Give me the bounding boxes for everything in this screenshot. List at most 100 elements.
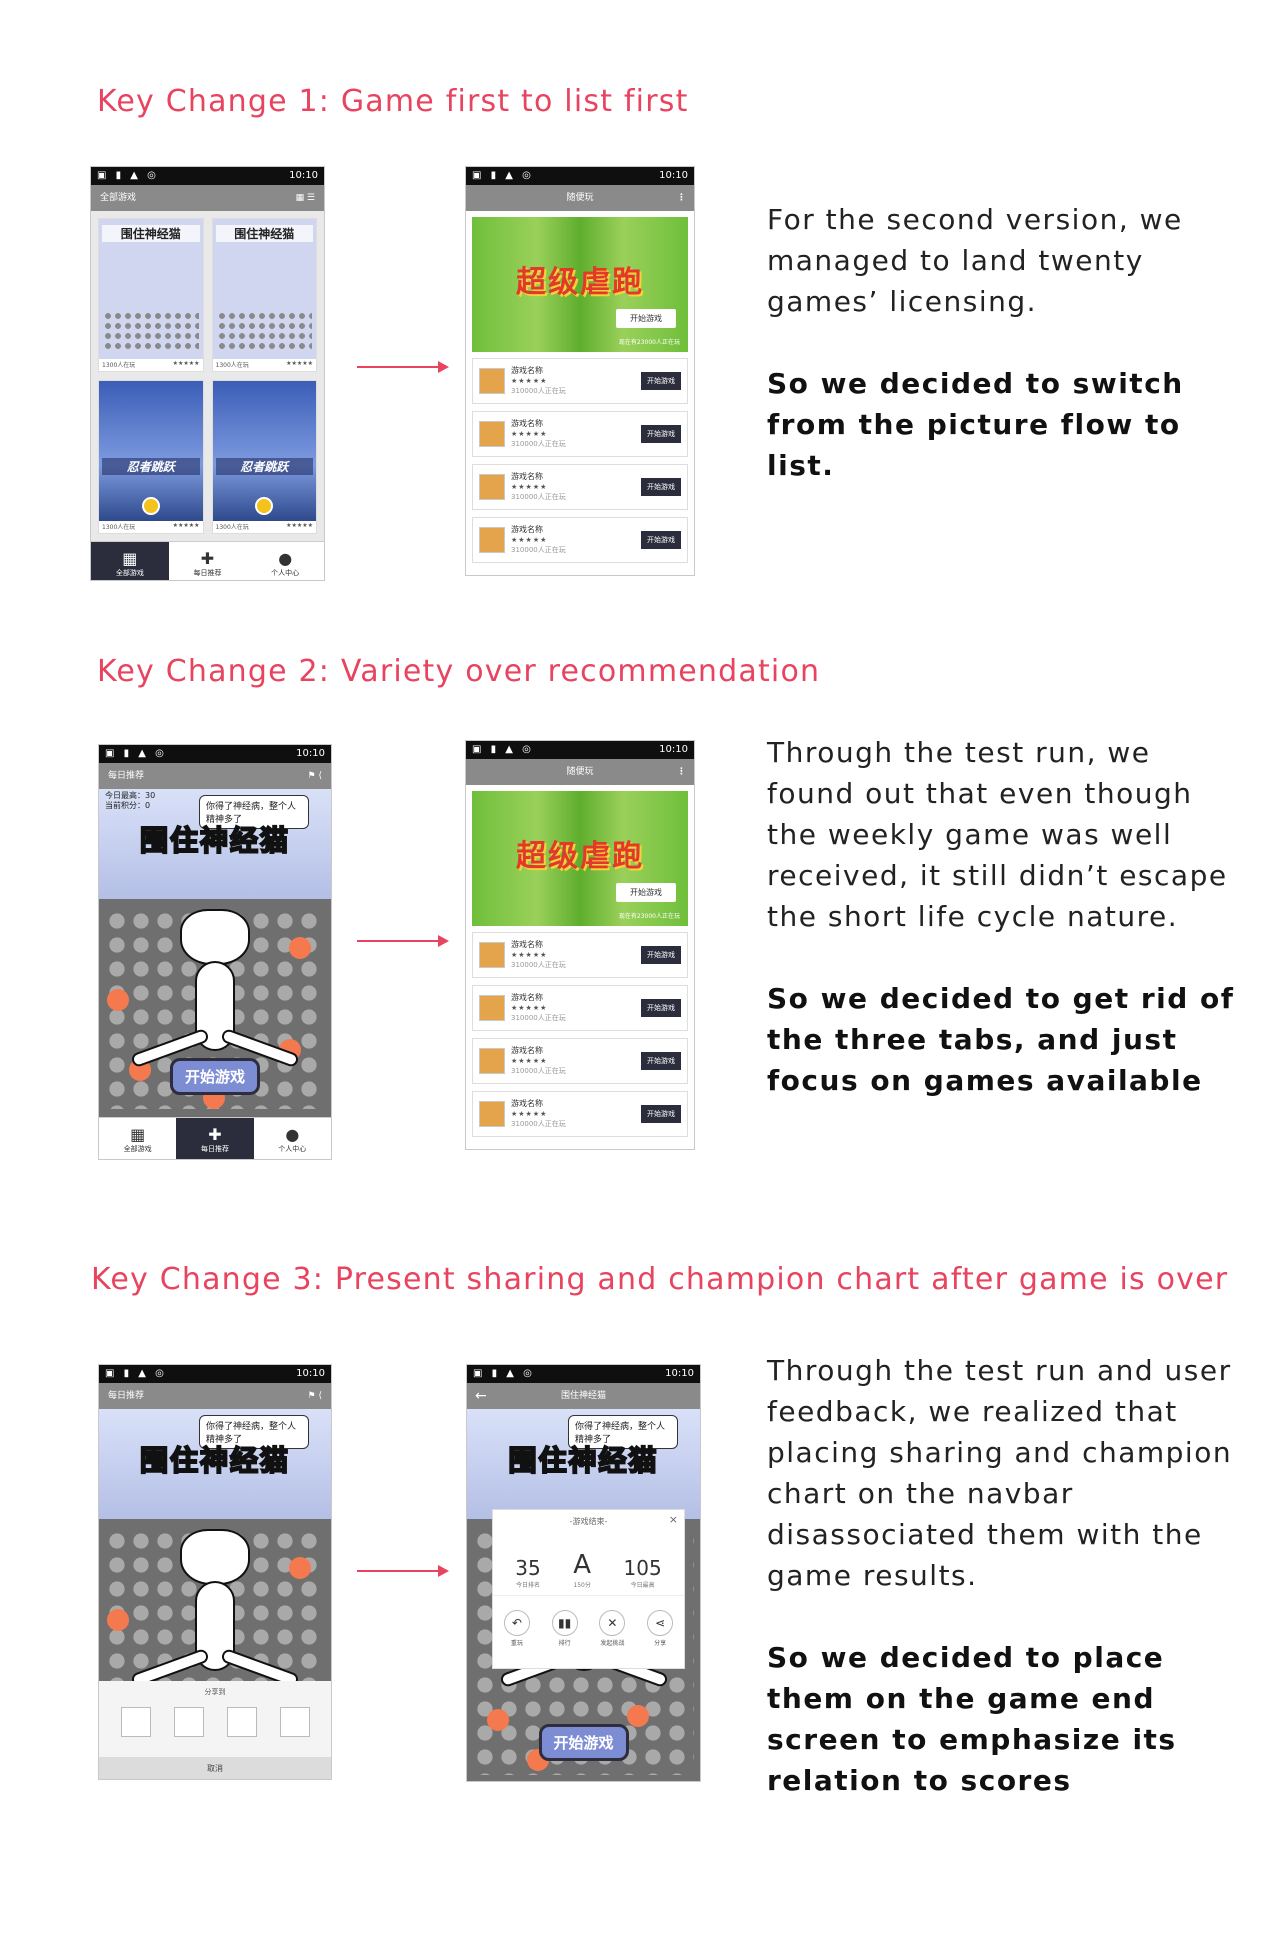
game-card[interactable]: 忍者跳跃 1300人在玩 ★★★★★	[98, 380, 204, 534]
status-bar: ▣ ▮ ▲ ◎ 10:10	[99, 1365, 331, 1383]
game-grid: 围住神经猫 1300人在玩 ★★★★★ 围住神经猫 1300人在玩 ★★★★★ 忍者…	[91, 211, 324, 541]
arrow-icon	[357, 935, 449, 947]
app-bar-title: 围住神经猫	[560, 1391, 606, 1401]
tab-all-games[interactable]: ▦ 全部游戏	[91, 542, 169, 580]
menu-icon[interactable]: ⋮	[677, 185, 686, 211]
share-button[interactable]: ⋖ 分享	[647, 1610, 674, 1647]
gamepad-icon: ✚	[200, 548, 215, 568]
game-icon	[479, 527, 505, 553]
challenge-button[interactable]: ✕ 发起挑战	[599, 1610, 626, 1647]
phone-daily-screen: ▣ ▮ ▲ ◎ 10:10 每日推荐 ⚑ ⟨ 今日最高：30 当前积分：0 你得了神…	[98, 744, 332, 1160]
section-2-heading: Key Change 2: Variety over recommendatio…	[97, 654, 821, 689]
game-card[interactable]: 忍者跳跃 1300人在玩 ★★★★★	[211, 380, 317, 534]
app-bar: 全部游戏 ▦ ☰	[91, 185, 324, 211]
bottom-tab-bar: ▦ 全部游戏 ✚ 每日推荐 ● 个人中心	[91, 541, 324, 580]
stat-rank: 35 今日排名	[515, 1556, 541, 1589]
phone-list-screen: ▣ ▮ ▲ ◎ 10:10 随便玩 ⋮ 超级虐跑 开始游戏 现在有23000人正在…	[465, 740, 695, 1150]
app-bar-title: 随便玩	[566, 767, 594, 777]
share-target-icon[interactable]	[226, 1707, 257, 1737]
share-sheet-title: 分享到	[204, 1688, 226, 1696]
game-screen: 你得了神经病，整个人精神多了 围住神经猫 分享到 取消	[99, 1409, 331, 1779]
view-toggle-icon[interactable]: ▦ ☰	[296, 185, 315, 211]
game-screen[interactable]: 今日最高：30 当前积分：0 你得了神经病，整个人精神多了 围住神经猫 开始游戏	[99, 789, 331, 1117]
game-icon	[479, 942, 505, 968]
bar-chart-icon: ▮▮	[551, 1610, 578, 1636]
start-game-button[interactable]: 开始游戏	[538, 1724, 629, 1761]
app-bar-title: 随便玩	[566, 193, 594, 203]
menu-icon[interactable]: ⋮	[677, 759, 686, 785]
share-target-icon[interactable]	[120, 1707, 151, 1737]
phone-grid-screen: ▣ ▮ ▲ ◎ 10:10 全部游戏 ▦ ☰ 围住神经猫 1300人在玩 ★★★★★…	[90, 166, 325, 581]
stat-best: 105 今日最高	[623, 1556, 662, 1589]
stat-grade: A 150分	[573, 1550, 592, 1589]
banner-start-button[interactable]: 开始游戏	[616, 883, 676, 902]
start-game-button[interactable]: 开始游戏	[641, 1052, 681, 1070]
game-icon	[479, 368, 505, 394]
person-icon: ●	[278, 548, 293, 568]
game-list: 游戏名称 ★★★★★ 310000人正在玩 开始游戏 游戏名称 ★★★★★ 310000人…	[466, 932, 694, 1137]
status-bar: ▣ ▮ ▲ ◎ 10:10	[466, 741, 694, 759]
app-bar: 随便玩 ⋮	[466, 185, 694, 211]
phone-share-screen: ▣ ▮ ▲ ◎ 10:10 每日推荐 ⚑ ⟨ 你得了神经病，整个人精神多了 围住神…	[98, 1364, 332, 1780]
list-item[interactable]: 游戏名称 ★★★★★ 310000人正在玩 开始游戏	[472, 411, 688, 457]
close-icon[interactable]: ×	[669, 1513, 678, 1526]
modal-title: -游戏结束-	[569, 1517, 608, 1526]
back-arrow-icon[interactable]: ←	[475, 1383, 487, 1409]
app-bar: 随便玩 ⋮	[466, 759, 694, 785]
tab-profile[interactable]: ● 个人中心	[246, 542, 324, 580]
game-card[interactable]: 围住神经猫 1300人在玩 ★★★★★	[98, 218, 204, 372]
start-game-button[interactable]: 开始游戏	[641, 425, 681, 443]
start-game-button[interactable]: 开始游戏	[641, 478, 681, 496]
app-bar: 每日推荐 ⚑ ⟨	[99, 763, 331, 789]
start-game-button[interactable]: 开始游戏	[641, 946, 681, 964]
replay-icon: ↶	[503, 1610, 530, 1636]
swords-icon: ✕	[599, 1610, 626, 1636]
game-card[interactable]: 围住神经猫 1300人在玩 ★★★★★	[211, 218, 317, 372]
list-item[interactable]: 游戏名称 ★★★★★ 310000人正在玩 开始游戏	[472, 932, 688, 978]
start-game-button[interactable]: 开始游戏	[641, 999, 681, 1017]
list-item[interactable]: 游戏名称 ★★★★★ 310000人正在玩 开始游戏	[472, 358, 688, 404]
trophy-share-icon[interactable]: ⚑ ⟨	[308, 1383, 322, 1409]
game-icon	[479, 474, 505, 500]
section-1-heading: Key Change 1: Game first to list first	[97, 84, 689, 119]
start-game-button[interactable]: 开始游戏	[641, 1105, 681, 1123]
cancel-button[interactable]: 取消	[99, 1757, 331, 1779]
grid-icon: ▦	[130, 1124, 146, 1144]
list-item[interactable]: 游戏名称 ★★★★★ 310000人正在玩 开始游戏	[472, 517, 688, 563]
play-icon[interactable]	[255, 497, 274, 515]
banner-start-button[interactable]: 开始游戏	[616, 309, 676, 328]
app-bar-title: 全部游戏	[100, 193, 137, 203]
start-game-button[interactable]: 开始游戏	[641, 372, 681, 390]
list-item[interactable]: 游戏名称 ★★★★★ 310000人正在玩 开始游戏	[472, 1091, 688, 1137]
list-item[interactable]: 游戏名称 ★★★★★ 310000人正在玩 开始游戏	[472, 1038, 688, 1084]
replay-button[interactable]: ↶ 重玩	[503, 1610, 530, 1647]
play-icon[interactable]	[141, 497, 160, 515]
score-readout: 今日最高：30 当前积分：0	[105, 791, 156, 810]
tab-all-games[interactable]: ▦ 全部游戏	[99, 1118, 176, 1159]
start-game-button[interactable]: 开始游戏	[169, 1058, 261, 1095]
banner-subtitle: 现在有23000人正在玩	[618, 913, 680, 920]
featured-banner[interactable]: 超级虐跑 开始游戏 现在有23000人正在玩	[472, 791, 688, 926]
game-list: 游戏名称 ★★★★★ 310000人正在玩 开始游戏 游戏名称 ★★★★★ 310000人…	[466, 358, 694, 563]
share-target-icon[interactable]	[279, 1707, 310, 1737]
tab-daily[interactable]: ✚ 每日推荐	[176, 1118, 254, 1159]
app-bar-title: 每日推荐	[108, 771, 145, 781]
trophy-share-icon[interactable]: ⚑ ⟨	[308, 763, 322, 789]
game-title: 围住神经猫	[139, 823, 290, 858]
game-icon	[479, 995, 505, 1021]
list-item[interactable]: 游戏名称 ★★★★★ 310000人正在玩 开始游戏	[472, 464, 688, 510]
ranking-button[interactable]: ▮▮ 排行	[551, 1610, 578, 1647]
list-item[interactable]: 游戏名称 ★★★★★ 310000人正在玩 开始游戏	[472, 985, 688, 1031]
share-icon: ⋖	[647, 1610, 674, 1636]
share-target-icon[interactable]	[173, 1707, 204, 1737]
share-sheet: 分享到 取消	[99, 1681, 331, 1779]
tab-daily[interactable]: ✚ 每日推荐	[169, 542, 247, 580]
banner-subtitle: 现在有23000人正在玩	[618, 339, 680, 346]
status-bar: ▣ ▮ ▲ ◎ 10:10	[467, 1365, 700, 1383]
start-game-button[interactable]: 开始游戏	[641, 531, 681, 549]
featured-banner[interactable]: 超级虐跑 开始游戏 现在有23000人正在玩	[472, 217, 688, 352]
tab-profile[interactable]: ● 个人中心	[254, 1118, 331, 1159]
status-bar: ▣ ▮ ▲ ◎ 10:10	[466, 167, 694, 185]
game-title: 围住神经猫	[139, 1443, 290, 1478]
app-bar-title: 每日推荐	[108, 1391, 145, 1401]
